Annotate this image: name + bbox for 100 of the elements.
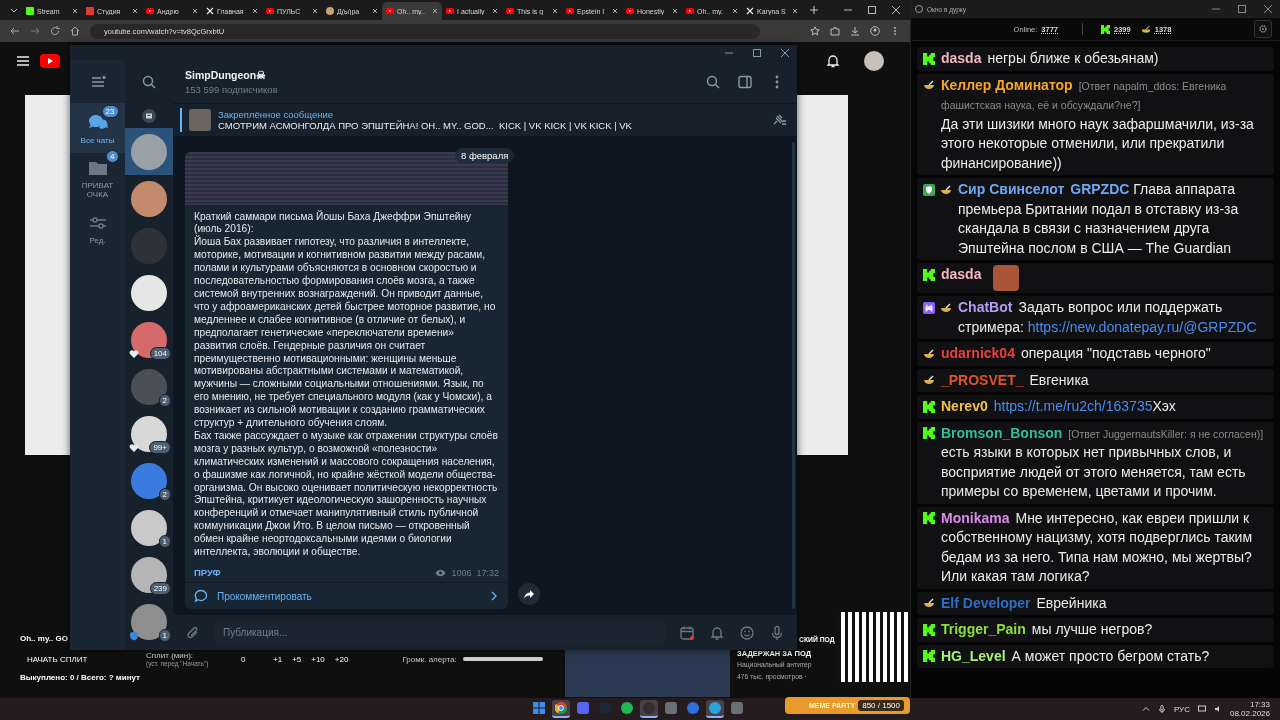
shield-icon xyxy=(923,183,935,196)
star-icon[interactable] xyxy=(810,26,820,36)
maximize-icon[interactable] xyxy=(868,6,876,14)
link[interactable]: https://new.donatepay.ru/@GRPZDC xyxy=(1027,318,1257,335)
unread-badge: 4 xyxy=(106,150,119,163)
clock-time[interactable]: 17:33 xyxy=(1249,699,1270,709)
close-icon[interactable] xyxy=(1264,5,1272,13)
search-icon[interactable] xyxy=(705,73,721,90)
microphone-icon[interactable] xyxy=(769,624,785,641)
tab-favicon-icon xyxy=(386,7,394,15)
speaker-icon[interactable] xyxy=(1213,705,1222,713)
archive-icon[interactable] xyxy=(142,108,156,123)
message-time: 17:32 xyxy=(476,567,499,578)
proof-link[interactable]: ПРУФ xyxy=(194,567,221,578)
close-icon[interactable] xyxy=(132,8,138,14)
clock-date[interactable]: 08.02.2026 xyxy=(1229,709,1270,719)
start-split-button[interactable]: НАЧАТЬ СПЛИТ xyxy=(20,654,146,664)
close-icon[interactable] xyxy=(612,8,618,14)
menu-icon[interactable] xyxy=(16,54,30,68)
profile-icon[interactable] xyxy=(870,26,880,36)
forward-icon[interactable] xyxy=(30,26,40,36)
chat-list-item[interactable]: 99+ xyxy=(125,410,173,457)
play-logo-icon[interactable] xyxy=(40,54,60,68)
new-tab-icon[interactable] xyxy=(810,6,818,14)
caret-icon[interactable] xyxy=(1141,705,1150,713)
increment-button[interactable]: +1 xyxy=(269,654,287,664)
platform-logo-icon xyxy=(923,400,935,413)
message-text: Краткий саммари письма Йошы Баха Джеффри Эпштейну (июль 2016): xyxy=(194,210,473,236)
chat-list-item[interactable]: 2 xyxy=(125,363,173,410)
tab-favicon-icon xyxy=(266,7,274,15)
message-text: Сир Свинселот GRPZDC Глава аппарата премьера Британии подал в отставку из-за скандала в связи с назначением друга Эпштейна послом в США — The Guardian xyxy=(958,180,1240,258)
bell-icon[interactable] xyxy=(826,54,840,68)
record-app-icon[interactable] xyxy=(640,700,658,718)
search-icon[interactable] xyxy=(141,73,157,90)
folder-tab[interactable]: 4 ПРИВАТ ОЧКА xyxy=(70,153,125,203)
volume-slider[interactable] xyxy=(462,657,543,661)
browser-icon[interactable] xyxy=(552,700,570,718)
back-icon[interactable] xyxy=(10,26,20,36)
close-icon[interactable] xyxy=(552,8,558,14)
composer-field[interactable]: Публикация... xyxy=(215,620,665,645)
close-icon[interactable] xyxy=(372,8,378,14)
close-icon[interactable] xyxy=(792,8,798,14)
message-text: dasda xyxy=(941,265,983,284)
language-indicator[interactable]: РУС xyxy=(1173,704,1190,714)
monitor-icon[interactable] xyxy=(1197,705,1206,713)
increment-button[interactable]: +10 xyxy=(307,654,329,664)
settings-button[interactable] xyxy=(1254,20,1272,38)
smile-icon[interactable] xyxy=(739,624,755,641)
forward-button[interactable] xyxy=(518,583,540,605)
avatar[interactable] xyxy=(864,51,884,71)
close-icon[interactable] xyxy=(672,8,678,14)
message-text: Trigger_Pain мы лучше негров? xyxy=(941,620,1154,639)
maximize-icon[interactable] xyxy=(753,48,761,57)
microphone-icon[interactable] xyxy=(1157,705,1166,713)
pinned-title[interactable]: Закреплённое сообщение xyxy=(218,109,764,120)
close-icon[interactable] xyxy=(732,8,738,14)
thumbnail-placeholder[interactable] xyxy=(565,650,730,697)
tab-favicon-icon xyxy=(146,7,154,15)
reload-icon[interactable] xyxy=(50,26,60,36)
chevron-icon[interactable] xyxy=(489,591,499,601)
pin-list-icon[interactable] xyxy=(771,112,787,128)
tab-favicon-icon xyxy=(446,7,454,15)
forward-arrow-icon[interactable] xyxy=(524,589,534,599)
link[interactable]: https://t.me/ru2ch/163735 xyxy=(993,398,1153,414)
message-text: dasda негры ближе к обезьянам) xyxy=(941,49,1160,68)
speech-bubble-icon[interactable] xyxy=(194,589,208,603)
close-icon[interactable] xyxy=(192,8,198,14)
close-icon[interactable] xyxy=(892,6,900,14)
home-icon[interactable] xyxy=(70,26,80,36)
close-icon[interactable] xyxy=(781,48,789,57)
message-text: Monikama Мне интересно, как евреи пришли к собственному нацизму, хотя подверглись таким бедам из за него. Типа нам можно, мы жертвы? Или какая там логика? xyxy=(941,508,1253,586)
avatar xyxy=(131,133,167,170)
close-icon[interactable] xyxy=(492,8,498,14)
close-icon[interactable] xyxy=(252,8,258,14)
chat-list-item[interactable]: 2 xyxy=(125,457,173,504)
messenger-icon[interactable] xyxy=(706,700,724,718)
chat-list-item[interactable]: 1 xyxy=(125,504,173,551)
close-icon[interactable] xyxy=(72,8,78,14)
maximize-icon[interactable] xyxy=(1238,5,1246,13)
extensions-icon[interactable] xyxy=(830,26,840,36)
subscriber-count: 153 599 подписчиков xyxy=(185,83,279,95)
increment-button[interactable]: +20 xyxy=(330,654,353,664)
chat-list-item[interactable]: 1 xyxy=(125,598,173,645)
bowl-icon xyxy=(923,79,935,92)
pinned-text[interactable]: СМОТРИМ АСМОНГОЛДА ПРО ЭПШТЕЙНА! OH.. MY.. GOD... KICK | VK KICK | VK KICK | VK xyxy=(218,120,764,131)
view-count: 1006 xyxy=(451,567,472,578)
increment-button[interactable]: +5 xyxy=(288,654,306,664)
calendar-icon[interactable] xyxy=(679,624,695,641)
chat-list-item[interactable]: 104 xyxy=(125,316,173,363)
download-icon[interactable] xyxy=(850,26,860,36)
minimize-icon[interactable] xyxy=(844,6,852,14)
folder-tab[interactable]: Ред. xyxy=(70,203,125,253)
comment-button[interactable]: Прокомментировать xyxy=(185,582,508,609)
chat-list-item[interactable]: 239 xyxy=(125,551,173,598)
close-icon[interactable] xyxy=(312,8,318,14)
sidebar-icon[interactable] xyxy=(737,73,753,90)
tab-list-icon[interactable] xyxy=(10,6,18,14)
folder-tab[interactable]: 23 Все чаты xyxy=(70,103,125,153)
close-icon[interactable] xyxy=(432,8,438,14)
settings-icon[interactable] xyxy=(1258,24,1268,34)
